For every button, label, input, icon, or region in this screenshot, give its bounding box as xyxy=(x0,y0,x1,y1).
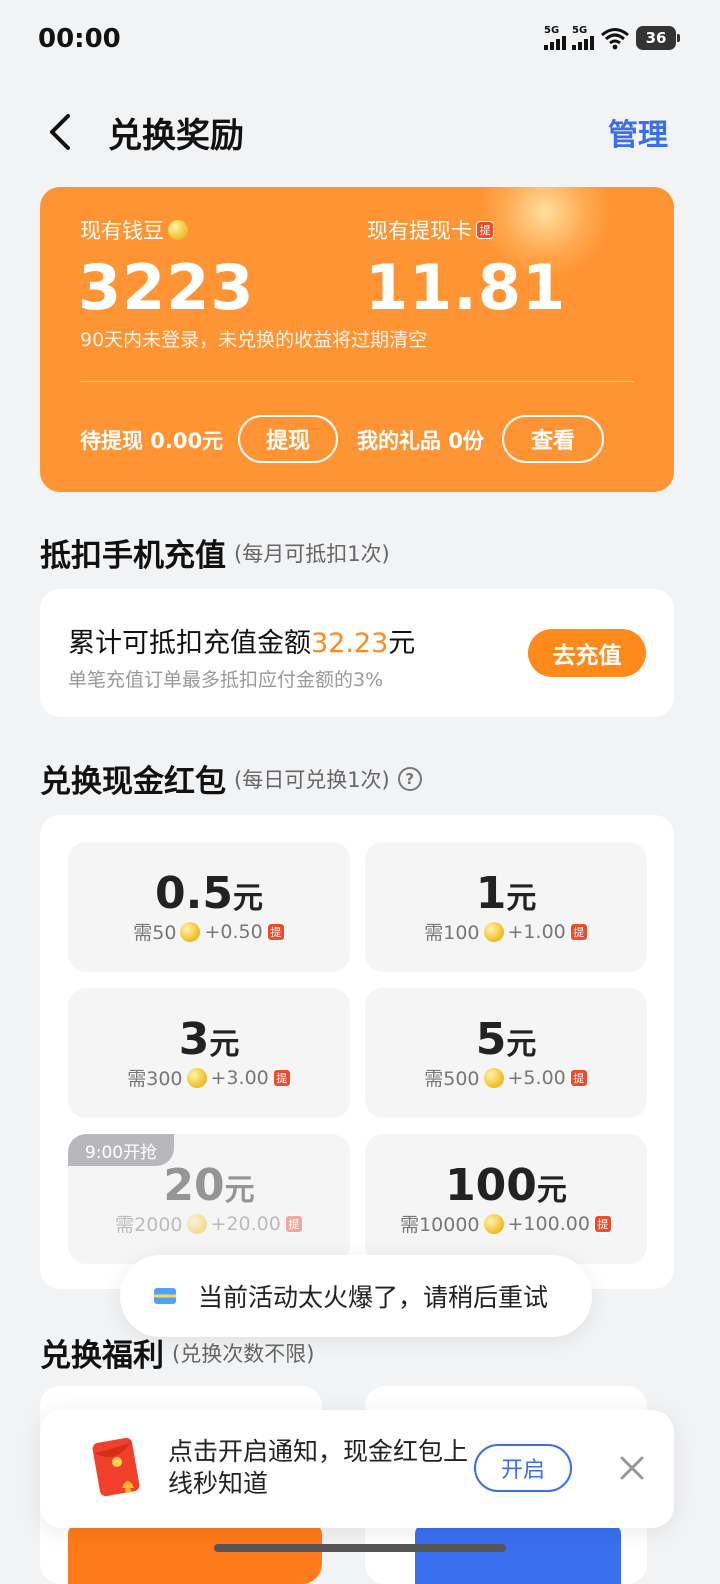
beans-label: 现有钱豆 xyxy=(80,215,188,245)
bean-icon xyxy=(180,921,201,942)
pending-label: 待提现 0.00元 xyxy=(80,429,224,453)
cash-option[interactable]: 3元 需300 +3.00 提 xyxy=(68,988,350,1118)
recharge-section-title: 抵扣手机充值 (每月可抵扣1次) xyxy=(40,538,390,574)
bean-icon xyxy=(168,220,188,240)
beans-value: 3223 xyxy=(78,251,255,324)
wifi-icon xyxy=(601,28,629,50)
help-icon[interactable]: ? xyxy=(397,766,422,791)
page-title: 兑换奖励 xyxy=(108,116,244,156)
divider xyxy=(80,381,634,382)
view-gifts-button[interactable]: 查看 xyxy=(502,415,604,463)
home-indicator[interactable] xyxy=(214,1544,506,1552)
recharge-amount: 累计可抵扣充值金额32.23元 xyxy=(68,628,416,659)
page-header: 兑换奖励 管理 xyxy=(0,100,720,164)
balance-card: 现有钱豆 3223 现有提现卡 提 11.81 90天内未登录，未兑换的收益将过… xyxy=(40,187,674,492)
notification-banner: 点击开启通知，现金红包上线秒知道 开启 xyxy=(40,1410,674,1528)
recharge-note: 单笔充值订单最多抵扣应付金额的3% xyxy=(68,669,384,691)
bean-icon xyxy=(186,1067,207,1088)
go-recharge-button[interactable]: 去充值 xyxy=(528,629,646,677)
withdraw-card-icon: 提 xyxy=(569,922,588,941)
bean-icon xyxy=(186,1213,207,1234)
status-bar: 00:00 5G 5G 36 xyxy=(0,0,720,82)
gifts-label: 我的礼品 0份 xyxy=(357,429,484,453)
close-icon[interactable] xyxy=(618,1454,646,1482)
bean-icon xyxy=(483,1213,504,1234)
withdraw-card-icon: 提 xyxy=(593,1214,612,1233)
error-toast: 当前活动太火爆了，请稍后重试 xyxy=(120,1255,592,1337)
signal-icon: 5G xyxy=(572,26,594,50)
withdraw-card-icon: 提 xyxy=(476,221,494,239)
enable-notification-button[interactable]: 开启 xyxy=(474,1444,572,1492)
cash-option[interactable]: 9:00开抢 20元 需2000 +20.00 提 xyxy=(68,1134,350,1264)
card-label: 现有提现卡 提 xyxy=(367,215,494,245)
status-time: 00:00 xyxy=(38,24,121,54)
withdraw-card-icon: 提 xyxy=(569,1068,588,1087)
red-envelope-icon xyxy=(92,1437,140,1497)
bean-icon xyxy=(483,1067,504,1088)
withdraw-card-icon: 提 xyxy=(284,1214,303,1233)
manage-button[interactable]: 管理 xyxy=(608,110,668,154)
withdraw-card-icon: 提 xyxy=(272,1068,291,1087)
cash-option[interactable]: 100元 需10000 +100.00 提 xyxy=(365,1134,647,1264)
expiry-notice: 90天内未登录，未兑换的收益将过期清空 xyxy=(80,329,428,351)
notification-text: 点击开启通知，现金红包上线秒知道 xyxy=(168,1437,469,1498)
cash-option[interactable]: 0.5元 需50 +0.50 提 xyxy=(68,842,350,972)
status-icons: 5G 5G 36 xyxy=(544,26,680,50)
withdraw-card-icon: 提 xyxy=(266,922,285,941)
battery-icon: 36 xyxy=(636,26,680,50)
cash-option[interactable]: 5元 需500 +5.00 提 xyxy=(365,988,647,1118)
card-value: 11.81 xyxy=(365,251,567,324)
cash-panel: 0.5元 需50 +0.50 提 1元 需100 +1.00 提 3元 需300 +3.0… xyxy=(40,815,674,1289)
signal-icon: 5G xyxy=(544,26,566,50)
card-actions: 待提现 0.00元 提现 我的礼品 0份 查看 xyxy=(80,415,640,463)
card-icon xyxy=(154,1288,176,1304)
withdraw-button[interactable]: 提现 xyxy=(238,415,338,463)
cash-option[interactable]: 1元 需100 +1.00 提 xyxy=(365,842,647,972)
back-arrow-icon[interactable] xyxy=(42,110,82,154)
bean-icon xyxy=(483,921,504,942)
cash-section-title: 兑换现金红包 (每日可兑换1次) ? xyxy=(40,756,422,801)
recharge-panel: 累计可抵扣充值金额32.23元 单笔充值订单最多抵扣应付金额的3% 去充值 xyxy=(40,589,674,717)
